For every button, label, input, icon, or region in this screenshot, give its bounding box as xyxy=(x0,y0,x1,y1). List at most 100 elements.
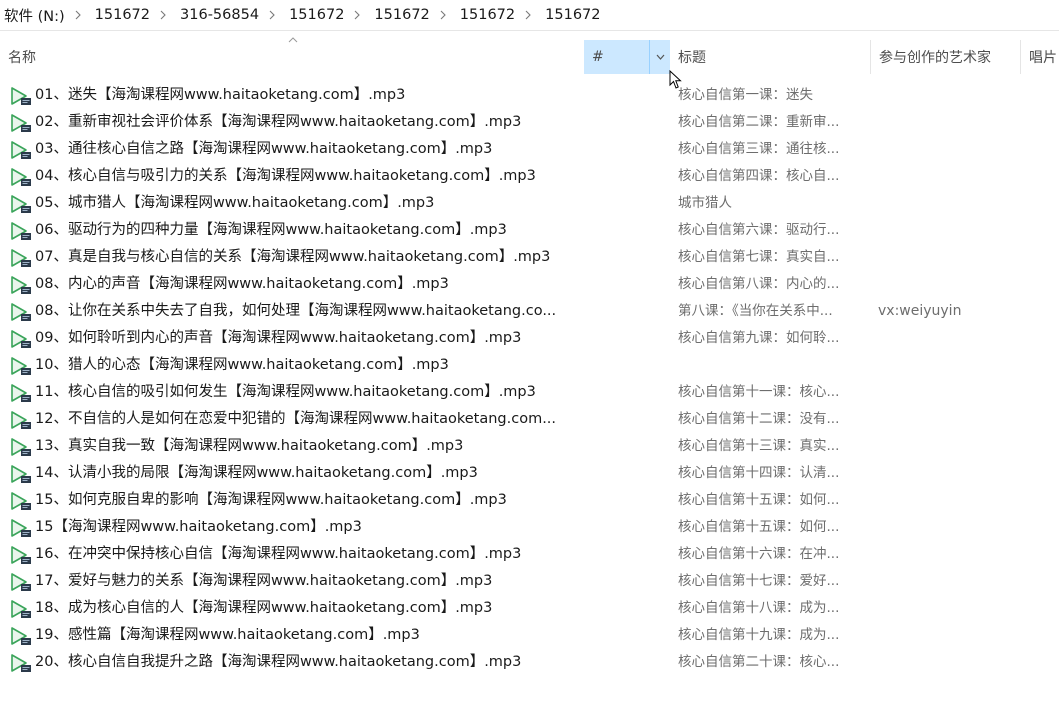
file-row[interactable]: 05、城市猎人【海淘课程网www.haitaoketang.com】.mp3 城… xyxy=(0,190,1059,217)
file-name: 05、城市猎人【海淘课程网www.haitaoketang.com】.mp3 xyxy=(35,195,435,211)
file-title: 核心自信第十三课：真实... xyxy=(678,438,840,454)
file-name: 01、迷失【海淘课程网www.haitaoketang.com】.mp3 xyxy=(35,87,406,103)
file-name: 02、重新审视社会评价体系【海淘课程网www.haitaoketang.com】… xyxy=(35,114,522,130)
file-title: 第八课：《当你在关系中... xyxy=(678,303,833,319)
file-row[interactable]: 08、让你在关系中失去了自我，如何处理【海淘课程网www.haitaoketan… xyxy=(0,298,1059,325)
file-row[interactable]: 02、重新审视社会评价体系【海淘课程网www.haitaoketang.com】… xyxy=(0,109,1059,136)
file-title: 核心自信第三课：通往核... xyxy=(678,141,840,157)
breadcrumb-item[interactable]: 151672 xyxy=(456,7,515,23)
file-name: 12、不自信的人是如何在恋爱中犯错的【海淘课程网www.haitaoketang… xyxy=(35,411,557,427)
breadcrumb: 软件 (N:) 151672 316-56854 151672 151672 151672… xyxy=(0,0,1059,31)
breadcrumb-item[interactable]: 151672 xyxy=(370,7,429,23)
file-title: 核心自信第十一课：核心... xyxy=(678,384,840,400)
column-artist-label: 参与创作的艺术家 xyxy=(879,50,991,66)
breadcrumb-item[interactable]: 151672 xyxy=(541,7,600,23)
file-row[interactable]: 14、认清小我的局限【海淘课程网www.haitaoketang.com】.mp… xyxy=(0,460,1059,487)
breadcrumb-item[interactable]: 316-56854 xyxy=(176,7,259,23)
file-title: 核心自信第十八课：成为... xyxy=(678,600,840,616)
column-number-header[interactable]: # xyxy=(584,40,670,74)
column-name-label: 名称 xyxy=(8,50,36,66)
column-title-label: 标题 xyxy=(678,50,706,66)
file-row[interactable]: 17、爱好与魅力的关系【海淘课程网www.haitaoketang.com】.m… xyxy=(0,568,1059,595)
chevron-right-icon[interactable] xyxy=(259,10,285,20)
breadcrumb-item[interactable]: 软件 (N:) xyxy=(0,5,65,26)
mp3-file-icon xyxy=(11,384,31,402)
file-name: 18、成为核心自信的人【海淘课程网www.haitaoketang.com】.m… xyxy=(35,600,493,616)
mp3-file-icon xyxy=(11,141,31,159)
mp3-file-icon xyxy=(11,249,31,267)
file-title: 核心自信第十四课：认清... xyxy=(678,465,840,481)
column-title-header[interactable]: 标题 xyxy=(678,40,870,74)
file-title: 核心自信第十五课：如何... xyxy=(678,519,840,535)
sort-ascending-icon xyxy=(288,37,298,43)
breadcrumb-item[interactable]: 151672 xyxy=(285,7,344,23)
mp3-file-icon xyxy=(11,438,31,456)
file-row[interactable]: 08、内心的声音【海淘课程网www.haitaoketang.com】.mp3 … xyxy=(0,271,1059,298)
file-row[interactable]: 01、迷失【海淘课程网www.haitaoketang.com】.mp3 核心自… xyxy=(0,82,1059,109)
chevron-down-icon xyxy=(656,54,664,60)
file-title: 核心自信第十六课：在冲... xyxy=(678,546,840,562)
file-name: 20、核心自信自我提升之路【海淘课程网www.haitaoketang.com】… xyxy=(35,654,522,670)
file-title: 核心自信第十七课：爱好... xyxy=(678,573,840,589)
file-title: 核心自信第六课：驱动行... xyxy=(678,222,840,238)
mp3-file-icon xyxy=(11,465,31,483)
column-album-label: 唱片 xyxy=(1029,50,1057,66)
file-name: 04、核心自信与吸引力的关系【海淘课程网www.haitaoketang.com… xyxy=(35,168,536,184)
file-row[interactable]: 06、驱动行为的四种力量【海淘课程网www.haitaoketang.com】.… xyxy=(0,217,1059,244)
file-row[interactable]: 11、核心自信的吸引如何发生【海淘课程网www.haitaoketang.com… xyxy=(0,379,1059,406)
mp3-file-icon xyxy=(11,114,31,132)
chevron-right-icon[interactable] xyxy=(65,10,91,20)
file-name: 06、驱动行为的四种力量【海淘课程网www.haitaoketang.com】.… xyxy=(35,222,507,238)
file-title: 核心自信第九课：如何聆... xyxy=(678,330,840,346)
file-name: 08、内心的声音【海淘课程网www.haitaoketang.com】.mp3 xyxy=(35,276,449,292)
file-title: 核心自信第一课：迷失 xyxy=(678,87,813,103)
column-number-label: # xyxy=(592,49,604,65)
file-row[interactable]: 16、在冲突中保持核心自信【海淘课程网www.haitaoketang.com】… xyxy=(0,541,1059,568)
file-row[interactable]: 03、通往核心自信之路【海淘课程网www.haitaoketang.com】.m… xyxy=(0,136,1059,163)
file-row[interactable]: 07、真是自我与核心自信的关系【海淘课程网www.haitaoketang.co… xyxy=(0,244,1059,271)
file-name: 16、在冲突中保持核心自信【海淘课程网www.haitaoketang.com】… xyxy=(35,546,522,562)
file-list: 01、迷失【海淘课程网www.haitaoketang.com】.mp3 核心自… xyxy=(0,82,1059,676)
mp3-file-icon xyxy=(11,330,31,348)
mp3-file-icon xyxy=(11,276,31,294)
file-title: 核心自信第二课：重新审... xyxy=(678,114,840,130)
column-header: 名称 # 标题 参与创作的艺术家 唱片 xyxy=(0,37,1059,74)
column-number-dropdown[interactable] xyxy=(649,40,670,74)
file-name: 08、让你在关系中失去了自我，如何处理【海淘课程网www.haitaoketan… xyxy=(35,303,557,319)
file-name: 03、通往核心自信之路【海淘课程网www.haitaoketang.com】.m… xyxy=(35,141,493,157)
chevron-right-icon[interactable] xyxy=(515,10,541,20)
column-name-header[interactable]: 名称 xyxy=(0,37,584,74)
file-title: 核心自信第十五课：如何... xyxy=(678,492,840,508)
breadcrumb-item[interactable]: 151672 xyxy=(91,7,150,23)
file-row[interactable]: 15、如何克服自卑的影响【海淘课程网www.haitaoketang.com】.… xyxy=(0,487,1059,514)
file-artist: vx:weiyuyin xyxy=(878,303,962,319)
file-row[interactable]: 09、如何聆听到内心的声音【海淘课程网www.haitaoketang.com】… xyxy=(0,325,1059,352)
file-name: 09、如何聆听到内心的声音【海淘课程网www.haitaoketang.com】… xyxy=(35,330,522,346)
file-title: 城市猎人 xyxy=(678,195,732,211)
file-title: 核心自信第八课：内心的... xyxy=(678,276,840,292)
chevron-right-icon[interactable] xyxy=(150,10,176,20)
mp3-file-icon xyxy=(11,573,31,591)
file-name: 14、认清小我的局限【海淘课程网www.haitaoketang.com】.mp… xyxy=(35,465,478,481)
file-row[interactable]: 20、核心自信自我提升之路【海淘课程网www.haitaoketang.com】… xyxy=(0,649,1059,676)
chevron-right-icon[interactable] xyxy=(344,10,370,20)
file-name: 07、真是自我与核心自信的关系【海淘课程网www.haitaoketang.co… xyxy=(35,249,551,265)
file-row[interactable]: 12、不自信的人是如何在恋爱中犯错的【海淘课程网www.haitaoketang… xyxy=(0,406,1059,433)
mp3-file-icon xyxy=(11,654,31,672)
column-album-header[interactable]: 唱片 xyxy=(1020,40,1059,74)
mp3-file-icon xyxy=(11,600,31,618)
file-row[interactable]: 15【海淘课程网www.haitaoketang.com】.mp3 核心自信第十… xyxy=(0,514,1059,541)
mp3-file-icon xyxy=(11,357,31,375)
file-row[interactable]: 13、真实自我一致【海淘课程网www.haitaoketang.com】.mp3… xyxy=(0,433,1059,460)
file-title: 核心自信第七课：真实自... xyxy=(678,249,840,265)
file-row[interactable]: 10、猎人的心态【海淘课程网www.haitaoketang.com】.mp3 xyxy=(0,352,1059,379)
mp3-file-icon xyxy=(11,195,31,213)
file-row[interactable]: 19、感性篇【海淘课程网www.haitaoketang.com】.mp3 核心… xyxy=(0,622,1059,649)
chevron-right-icon[interactable] xyxy=(430,10,456,20)
column-artist-header[interactable]: 参与创作的艺术家 xyxy=(870,40,1020,74)
file-row[interactable]: 04、核心自信与吸引力的关系【海淘课程网www.haitaoketang.com… xyxy=(0,163,1059,190)
file-row[interactable]: 18、成为核心自信的人【海淘课程网www.haitaoketang.com】.m… xyxy=(0,595,1059,622)
file-title: 核心自信第十九课：成为... xyxy=(678,627,840,643)
mp3-file-icon xyxy=(11,627,31,645)
file-name: 15【海淘课程网www.haitaoketang.com】.mp3 xyxy=(35,519,362,535)
